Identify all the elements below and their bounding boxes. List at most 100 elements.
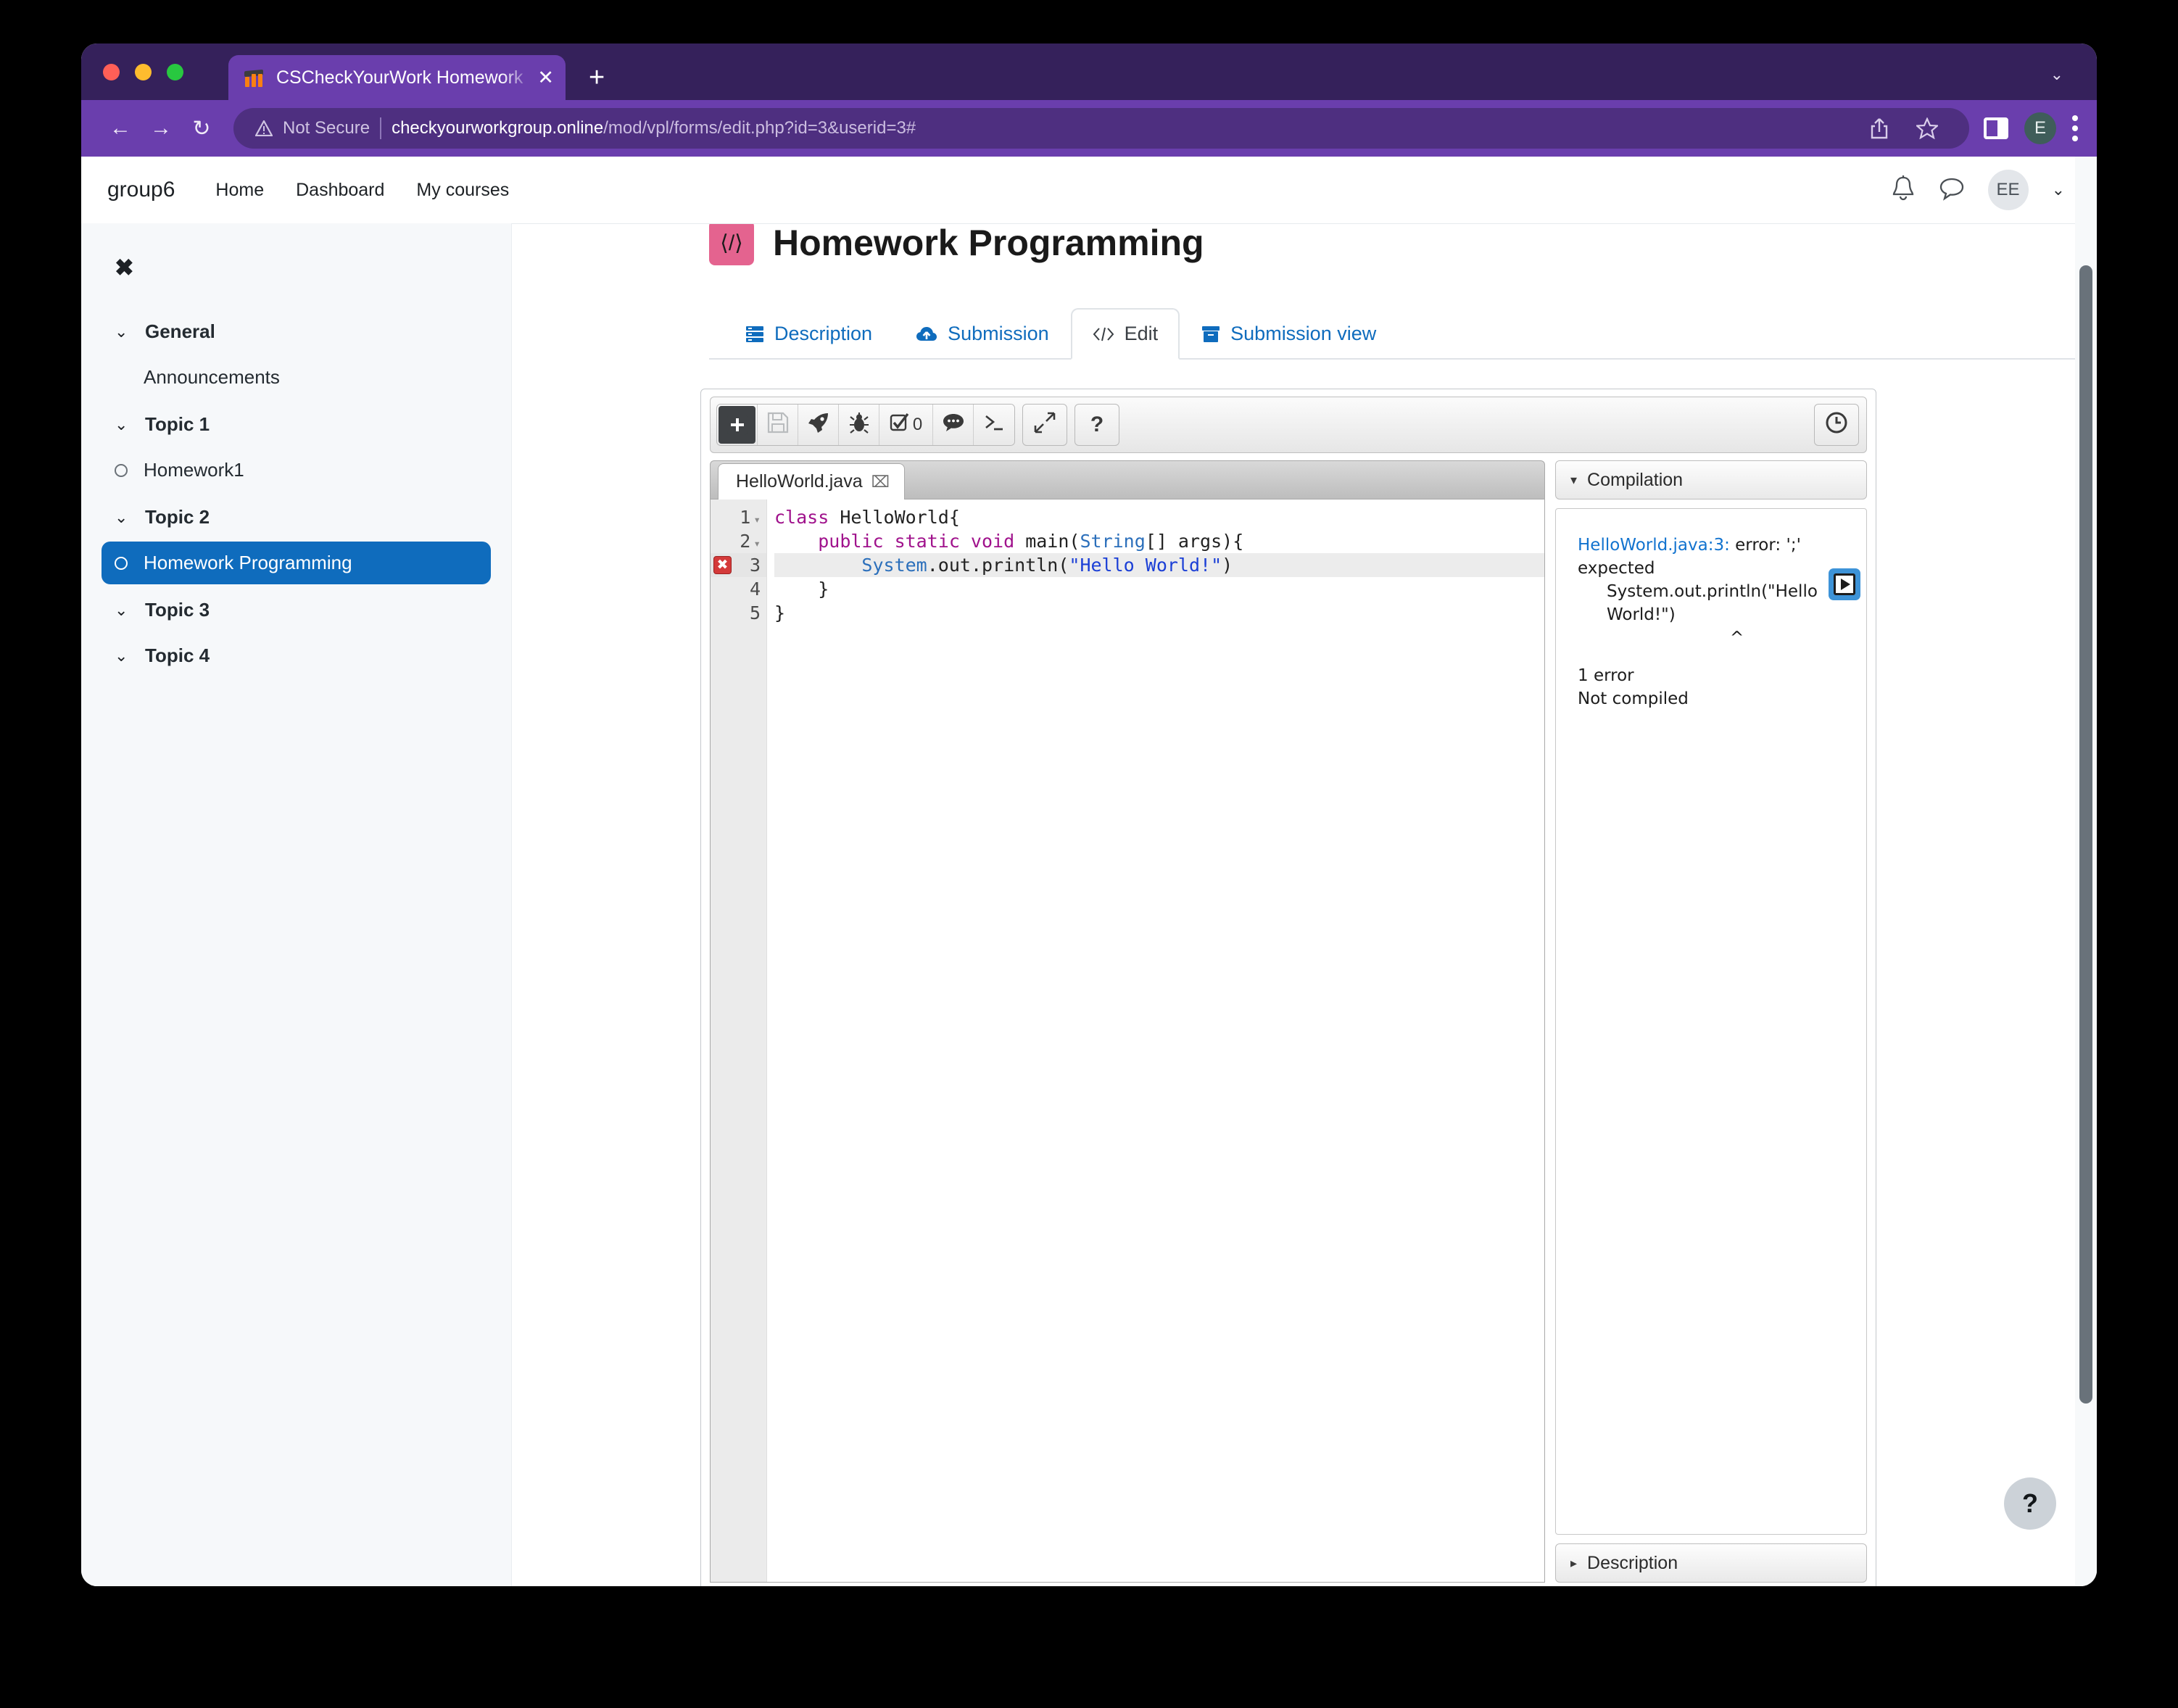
save-button[interactable] (758, 405, 798, 445)
close-icon[interactable]: ✕ (537, 67, 554, 88)
sidebar-section-label: Topic 3 (145, 599, 210, 621)
browser-tab[interactable]: CSCheckYourWork Homework ✕ (228, 55, 566, 100)
back-button[interactable]: ← (100, 108, 141, 149)
line-number: 4 (749, 579, 761, 600)
timer-button[interactable] (1814, 404, 1859, 446)
file-tab-helloworld-java[interactable]: HelloWorld.java ⌧ (718, 463, 905, 499)
bug-icon (848, 412, 870, 439)
chevron-down-icon[interactable]: ⌄ (2050, 65, 2063, 84)
code-line: } (774, 601, 1544, 625)
tab-edit[interactable]: Edit (1070, 308, 1180, 360)
code-icon (1093, 326, 1114, 342)
help-button[interactable]: ? (1074, 404, 1119, 446)
close-drawer-button[interactable]: ✖ (115, 254, 144, 281)
completion-circle-icon (115, 556, 128, 570)
page-scrollbar-thumb[interactable] (2079, 265, 2092, 1404)
run-button[interactable] (798, 405, 839, 445)
chevron-down-icon: ⌄ (115, 646, 128, 665)
chevron-down-icon: ⌄ (115, 507, 128, 526)
new-file-button[interactable] (717, 405, 758, 445)
moodle-navbar: group6 Home Dashboard My courses EE ⌄ (81, 157, 2097, 223)
close-icon[interactable]: ⌧ (871, 473, 890, 492)
browser-window: CSCheckYourWork Homework ✕ + ⌄ ← → ↻ Not… (81, 43, 2097, 1586)
list-icon (745, 325, 764, 344)
browser-profile-avatar[interactable]: E (2024, 112, 2056, 144)
main-content: ⟨/⟩ Homework Programming Description Sub… (512, 223, 2097, 1586)
close-window-button[interactable] (103, 64, 120, 80)
description-accordion-header[interactable]: ▸ Description (1555, 1543, 1867, 1583)
sidebar-section-topic-3[interactable]: ⌄ Topic 3 (102, 589, 491, 631)
reload-button[interactable]: ↻ (181, 108, 222, 149)
code-content[interactable]: class HelloWorld{ public static void mai… (767, 499, 1544, 1582)
fullscreen-button[interactable] (1022, 404, 1067, 446)
sidebar-item-homework-programming[interactable]: Homework Programming (102, 542, 491, 584)
maximize-window-button[interactable] (167, 64, 183, 80)
tab-description[interactable]: Description (724, 308, 894, 360)
share-icon[interactable] (1859, 108, 1900, 149)
sidebar-section-topic-1[interactable]: ⌄ Topic 1 (102, 403, 491, 446)
chevron-down-icon: ⌄ (115, 415, 128, 434)
comments-button[interactable] (933, 405, 974, 445)
new-tab-button[interactable]: + (589, 64, 605, 91)
code-token: System (861, 555, 927, 576)
compile-status: Not compiled (1578, 689, 1689, 708)
url-path: /mod/vpl/forms/edit.php?id=3&userid=3# (603, 118, 916, 138)
plus-square-icon (719, 406, 755, 444)
tab-submission[interactable]: Submission (894, 308, 1071, 360)
nav-link-home[interactable]: Home (215, 180, 264, 201)
vpl-toolbar: 0 ? (710, 397, 1867, 453)
code-token: main( (1025, 531, 1080, 552)
sidebar-section-topic-2[interactable]: ⌄ Topic 2 (102, 496, 491, 539)
forward-button[interactable]: → (141, 108, 181, 149)
cloud-upload-icon (916, 326, 937, 343)
sidebar-item-label: Announcements (144, 366, 280, 388)
minimize-window-button[interactable] (135, 64, 152, 80)
nav-link-my-courses[interactable]: My courses (416, 180, 509, 201)
error-file-link[interactable]: HelloWorld.java:3: (1578, 536, 1730, 555)
code-activity-icon: ⟨/⟩ (709, 223, 754, 265)
side-panel-icon[interactable] (1984, 117, 2008, 139)
evaluate-button[interactable]: 0 (879, 405, 933, 445)
browser-menu-icon[interactable] (2072, 115, 2078, 141)
fold-toggle-icon[interactable]: ▾ (753, 536, 761, 550)
chevron-down-icon[interactable]: ⌄ (2052, 181, 2065, 199)
code-token: .out.println( (927, 555, 1069, 576)
tab-submission-view[interactable]: Submission view (1180, 308, 1398, 360)
avatar[interactable]: EE (1987, 170, 2029, 210)
fold-toggle-icon[interactable]: ▾ (753, 513, 761, 526)
bookmark-star-icon[interactable] (1907, 108, 1947, 149)
compilation-accordion-header[interactable]: ▾ Compilation (1555, 460, 1867, 499)
omnibox-divider (380, 117, 382, 139)
line-number-gutter: 1 ▾ 2 ▾ ✖ 3 4 5 (711, 499, 767, 1582)
compilation-error-line: HelloWorld.java:3: error: ';' expected (1578, 534, 1853, 580)
sidebar-item-label: Homework1 (144, 459, 244, 481)
console-button[interactable] (974, 405, 1014, 445)
code-line: } (774, 577, 1544, 601)
code-editor[interactable]: 1 ▾ 2 ▾ ✖ 3 4 5 class HelloWorld{ public static… (710, 499, 1545, 1583)
code-line: public static void main(String[] args){ (774, 529, 1544, 553)
nav-link-dashboard[interactable]: Dashboard (296, 180, 384, 201)
error-caret-marker: ^ (1730, 629, 1744, 647)
play-button-icon[interactable] (1829, 568, 1860, 600)
compilation-output: HelloWorld.java:3: error: ';' expected S… (1555, 508, 1867, 1535)
error-marker-icon[interactable]: ✖ (713, 556, 732, 574)
chat-bubble-icon[interactable] (1939, 176, 1965, 204)
address-bar-url: checkyourworkgroup.online/mod/vpl/forms/… (392, 118, 916, 138)
code-token: } (774, 602, 786, 623)
debug-button[interactable] (839, 405, 879, 445)
vpl-editor: 0 ? HelloWorld.java ⌧ 1 ▾ 2 ▾ ✖ 3 4 5 cl… (700, 389, 1876, 1586)
bell-icon[interactable] (1891, 175, 1916, 206)
sidebar-section-topic-4[interactable]: ⌄ Topic 4 (102, 634, 491, 677)
sidebar-item-announcements[interactable]: Announcements (102, 356, 491, 399)
evaluate-count: 0 (912, 415, 923, 434)
site-brand[interactable]: group6 (107, 178, 175, 202)
activity-header: ⟨/⟩ Homework Programming (709, 223, 2097, 286)
sidebar-section-general[interactable]: ⌄ General (102, 310, 491, 353)
expand-arrows-icon (1034, 412, 1056, 439)
address-bar[interactable]: Not Secure checkyourworkgroup.online/mod… (233, 108, 1969, 149)
sidebar-item-homework1[interactable]: Homework1 (102, 449, 491, 492)
browser-tab-strip: CSCheckYourWork Homework ✕ + ⌄ (81, 43, 2097, 100)
help-floating-button[interactable]: ? (2004, 1477, 2056, 1530)
page-scrollbar[interactable] (2075, 157, 2097, 1586)
